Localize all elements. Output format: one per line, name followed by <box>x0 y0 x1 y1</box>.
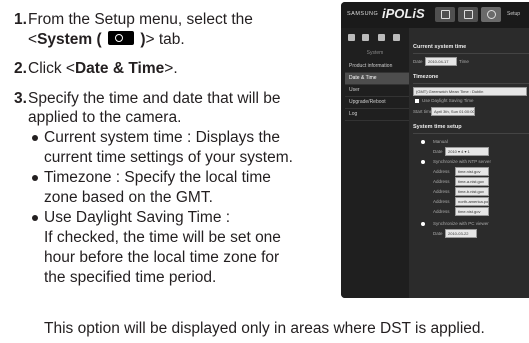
playback-icon[interactable] <box>458 7 478 22</box>
setup-label: Setup <box>507 11 521 17</box>
brand-ipolis: iPOLiS <box>382 6 425 21</box>
timezone-select[interactable]: (GMT) Greenwich Mean Time : Dublin <box>413 87 527 96</box>
system-icon[interactable] <box>393 34 400 41</box>
sidebar-item-date-time[interactable]: Date & Time <box>345 73 409 85</box>
step-number: 1. <box>14 11 27 28</box>
address-label: Address <box>433 189 450 194</box>
manual-date-label: Date <box>433 149 443 154</box>
bullet-dot <box>32 215 38 221</box>
divider <box>413 83 529 84</box>
date-label: Date <box>413 59 423 64</box>
sidebar-item-product-information[interactable]: Product information <box>345 61 409 73</box>
manual-radio[interactable] <box>421 140 425 144</box>
sidebar-item-user[interactable]: User <box>345 85 409 97</box>
manual-label: Manual <box>433 139 448 144</box>
network-icon[interactable] <box>362 34 369 41</box>
bullet-text: Use Daylight Saving Time : <box>44 209 231 226</box>
step-text: From the Setup menu, select the <box>28 11 253 28</box>
dst-label: Use Daylight Saving Time <box>422 98 474 103</box>
pc-date-label: Date <box>433 231 443 236</box>
dst-note: This option will be displayed only in ar… <box>44 320 485 337</box>
bullet-text: If checked, the time will be set one <box>44 229 281 246</box>
camera-topbar: SAMSUNG iPOLiS Setup <box>341 2 529 28</box>
step-number: 3. <box>14 90 27 107</box>
camera-setup-screenshot: SAMSUNG iPOLiS Setup System Product info… <box>341 2 529 298</box>
dst-checkbox[interactable] <box>415 99 419 103</box>
address-label: Address <box>433 179 450 184</box>
ntp-radio[interactable] <box>421 160 425 164</box>
ntp-label: Synchronize with NTP server <box>433 159 491 164</box>
bullet-text: Timezone : Specify the local time <box>44 169 271 186</box>
gear-icon <box>108 31 134 45</box>
system-tab-label: System ( <box>37 31 102 48</box>
ntp-address-field[interactable]: time-b.nist.gov <box>455 187 489 196</box>
setup-gear-icon[interactable] <box>481 7 501 22</box>
date-time-label: Date & Time <box>74 60 165 77</box>
sidebar-item-upgrade-reboot[interactable]: Upgrade/Reboot <box>345 97 409 109</box>
timezone-heading: Timezone <box>413 74 439 80</box>
pc-viewer-label: Synchronize with PC viewer <box>433 221 489 226</box>
start-time-field[interactable]: April 3th, Sun 01:00:00 <box>431 107 475 116</box>
step-text: Click <Date & Time>. <box>28 59 178 79</box>
start-time-label: Start time <box>413 109 433 114</box>
bullet-text: hour before the local time zone for <box>44 249 280 266</box>
camera-sidebar: System Product information Date & Time U… <box>341 28 409 298</box>
brand-samsung: SAMSUNG <box>347 11 379 17</box>
angle-open: < <box>28 31 38 48</box>
ntp-address-field[interactable]: time-a.nist.gov <box>455 177 489 186</box>
step-text-line: applied to the camera. <box>28 109 182 126</box>
camera-main-panel: Current system time Date 2010-04-17 Time… <box>413 32 529 298</box>
system-time-setup-heading: System time setup <box>413 124 462 130</box>
divider <box>413 53 529 54</box>
ntp-address-field[interactable]: north-america.pool <box>455 197 489 206</box>
step-text-line: <System ( )> tab. <box>28 30 185 50</box>
camera-icon[interactable] <box>348 34 355 41</box>
monitor-icon[interactable] <box>435 7 455 22</box>
pc-date-field: 2010-03-22 <box>445 229 477 238</box>
address-label: Address <box>433 169 450 174</box>
step-suffix: > tab. <box>145 31 185 48</box>
sidebar-icon-row <box>341 32 409 46</box>
bullet-text: current time settings of your system. <box>44 149 293 166</box>
current-system-time-heading: Current system time <box>413 44 467 50</box>
current-date-field: 2010-04-17 <box>425 57 457 66</box>
ntp-address-field[interactable]: time.nist.gov <box>455 207 489 216</box>
sidebar-item-log[interactable]: Log <box>345 109 409 121</box>
ntp-address-field[interactable]: time.nist.gov <box>455 167 489 176</box>
bullet-text: Current system time : Displays the <box>44 129 281 146</box>
step-number: 2. <box>14 60 27 77</box>
time-label: Time <box>459 59 469 64</box>
manual-date-select[interactable]: 2010 ▾ 4 ▾ 1 <box>445 147 489 156</box>
pc-viewer-radio[interactable] <box>421 222 425 226</box>
bullet-text: zone based on the GMT. <box>44 189 213 206</box>
step-text-suffix: >. <box>164 60 178 77</box>
event-icon[interactable] <box>378 34 385 41</box>
sidebar-group-label: System <box>366 50 384 56</box>
bullet-dot <box>32 175 38 181</box>
address-label: Address <box>433 209 450 214</box>
step-text-prefix: Click < <box>28 60 75 77</box>
step-text: Specify the time and date that will be <box>28 90 281 107</box>
address-label: Address <box>433 199 450 204</box>
divider <box>413 133 529 134</box>
bullet-text: the specified time period. <box>44 269 217 286</box>
bullet-dot <box>32 135 38 141</box>
